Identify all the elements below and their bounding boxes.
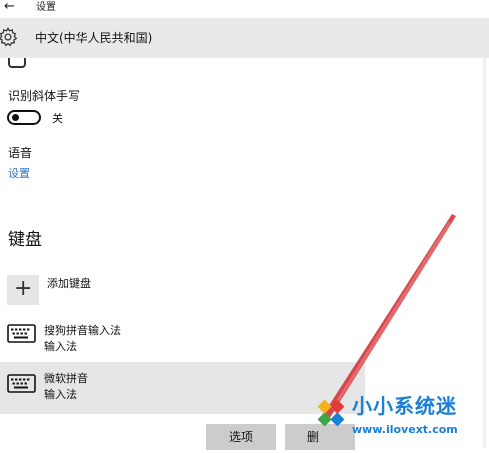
- settings-page: ← 设置 中文(中华人民共和国) 识别斜体手写 关 语音 设置 键盘 + 添加键…: [0, 0, 489, 453]
- watermark-name: 小小系统迷: [352, 394, 457, 418]
- watermark-logo-icon: [317, 399, 345, 427]
- watermark: 小小系统迷 www.ilovext.com: [314, 394, 489, 449]
- pointer-arrow-annotation: [319, 214, 456, 424]
- watermark-url: www.ilovext.com: [352, 423, 458, 436]
